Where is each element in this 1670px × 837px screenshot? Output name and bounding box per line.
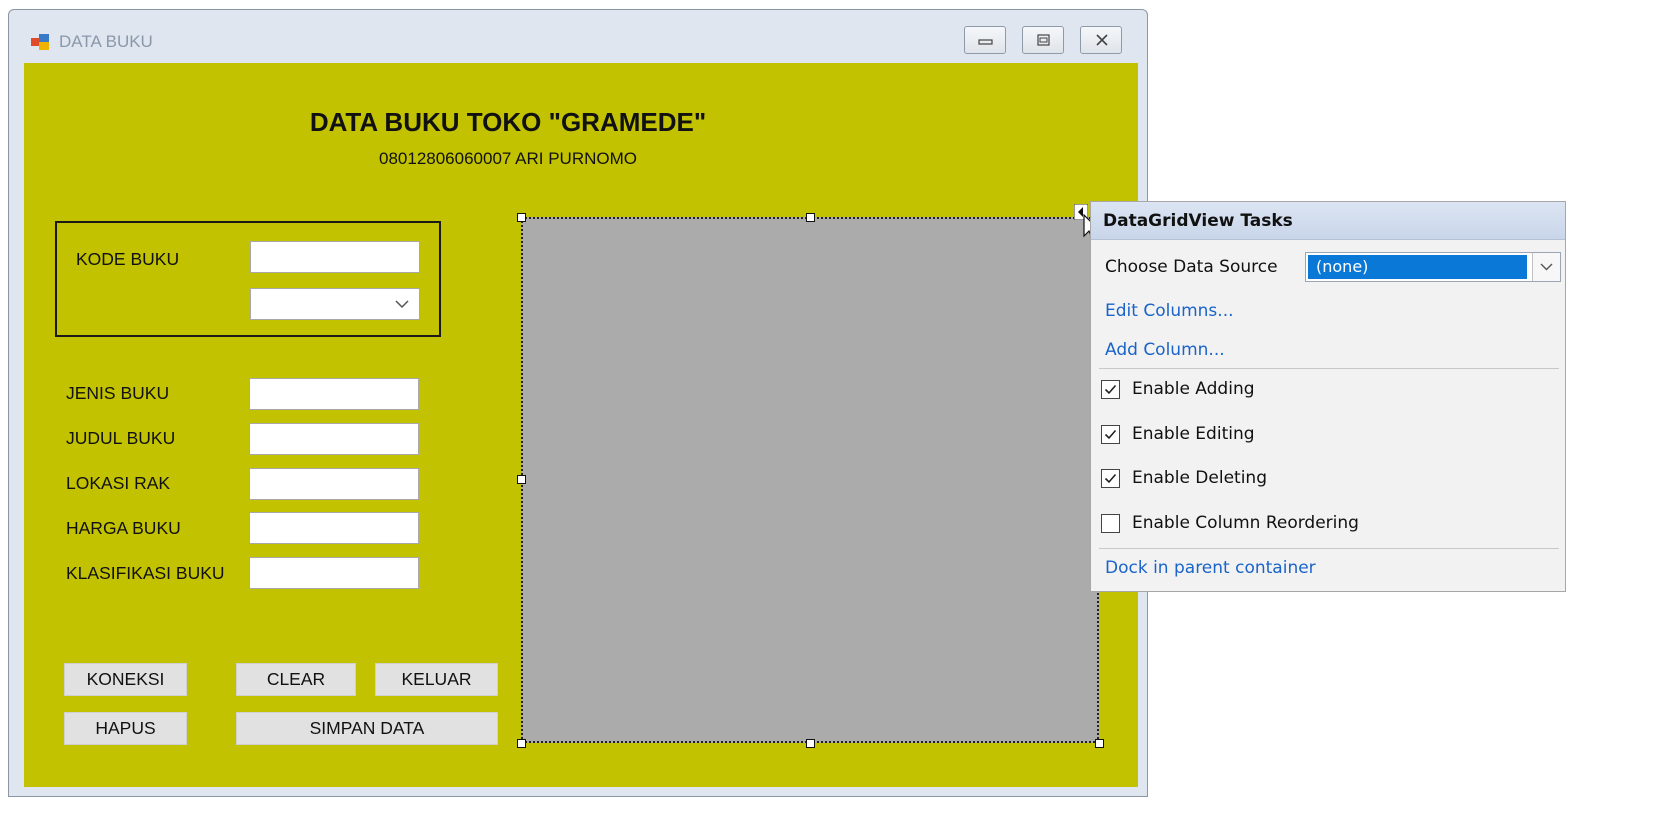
chevron-down-icon: [1540, 263, 1553, 271]
add-column-link[interactable]: Add Column...: [1105, 340, 1225, 360]
enable-editing-checkbox[interactable]: [1101, 425, 1120, 444]
minimize-button[interactable]: [964, 26, 1006, 54]
enable-editing-label: Enable Editing: [1132, 424, 1255, 444]
resize-handle-bottom[interactable]: [806, 739, 815, 748]
data-source-select[interactable]: (none): [1305, 252, 1561, 282]
close-icon: [1096, 34, 1108, 46]
form-heading: DATA BUKU TOKO "GRAMEDE": [309, 107, 707, 137]
enable-column-reordering-checkbox[interactable]: [1101, 514, 1120, 533]
tasks-panel-title: DataGridView Tasks: [1103, 211, 1293, 231]
window-title: DATA BUKU: [59, 32, 153, 51]
enable-deleting-label: Enable Deleting: [1132, 468, 1267, 488]
resize-handle-left[interactable]: [517, 475, 526, 484]
data-source-value: (none): [1308, 255, 1527, 279]
title-bar[interactable]: DATA BUKU: [9, 10, 1147, 62]
resize-handle-top-left[interactable]: [517, 213, 526, 222]
harga-buku-input[interactable]: [249, 512, 419, 544]
kode-buku-combobox[interactable]: [250, 288, 420, 320]
resize-handle-bottom-right[interactable]: [1095, 739, 1104, 748]
data-grid-view[interactable]: [521, 217, 1099, 743]
chevron-down-icon: [395, 300, 409, 309]
judul-buku-label: JUDUL BUKU: [66, 428, 176, 448]
maximize-button[interactable]: [1022, 26, 1064, 54]
klasifikasi-buku-label: KLASIFIKASI BUKU: [66, 563, 225, 583]
enable-adding-label: Enable Adding: [1132, 379, 1255, 399]
data-source-label: Choose Data Source: [1105, 257, 1278, 277]
minimize-icon: [978, 39, 993, 45]
maximize-icon: [1037, 34, 1050, 46]
app-form-icon: [31, 34, 49, 50]
checkmark-icon: [1104, 384, 1117, 395]
form-subheading: 08012806060007 ARI PURNOMO: [379, 149, 637, 168]
checkmark-icon: [1104, 429, 1117, 440]
resize-handle-bottom-left[interactable]: [517, 739, 526, 748]
close-button[interactable]: [1080, 26, 1122, 54]
edit-columns-link[interactable]: Edit Columns...: [1105, 301, 1234, 321]
tasks-panel-header: DataGridView Tasks: [1091, 202, 1565, 240]
judul-buku-input[interactable]: [249, 423, 419, 455]
tasks-separator: [1099, 548, 1559, 549]
resize-handle-top[interactable]: [806, 213, 815, 222]
datagridview-tasks-panel: DataGridView Tasks Choose Data Source (n…: [1090, 201, 1566, 592]
jenis-buku-input[interactable]: [249, 378, 419, 410]
jenis-buku-label: JENIS BUKU: [66, 383, 170, 403]
tasks-separator: [1099, 368, 1559, 369]
enable-adding-checkbox[interactable]: [1101, 380, 1120, 399]
lokasi-rak-input[interactable]: [249, 468, 419, 500]
lokasi-rak-label: LOKASI RAK: [66, 473, 171, 493]
enable-deleting-checkbox[interactable]: [1101, 469, 1120, 488]
kode-buku-input[interactable]: [250, 241, 420, 273]
kode-buku-groupbox: KODE BUKU: [55, 221, 441, 337]
enable-column-reordering-label: Enable Column Reordering: [1132, 513, 1359, 533]
keluar-button[interactable]: KELUAR: [375, 663, 498, 696]
form-client-area: DATA BUKU TOKO "GRAMEDE" 08012806060007 …: [24, 63, 1138, 787]
kode-buku-label: KODE BUKU: [76, 249, 180, 269]
hapus-button[interactable]: HAPUS: [64, 712, 187, 745]
simpan-data-button[interactable]: SIMPAN DATA: [236, 712, 498, 745]
dock-in-parent-link[interactable]: Dock in parent container: [1105, 558, 1316, 578]
klasifikasi-buku-input[interactable]: [249, 557, 419, 589]
data-source-dropdown-button[interactable]: [1532, 253, 1560, 281]
checkmark-icon: [1104, 473, 1117, 484]
clear-button[interactable]: CLEAR: [236, 663, 356, 696]
koneksi-button[interactable]: KONEKSI: [64, 663, 187, 696]
harga-buku-label: HARGA BUKU: [66, 518, 181, 538]
form-window: DATA BUKU DATA BUKU TOKO "GRAMEDE" 08012…: [8, 9, 1148, 797]
